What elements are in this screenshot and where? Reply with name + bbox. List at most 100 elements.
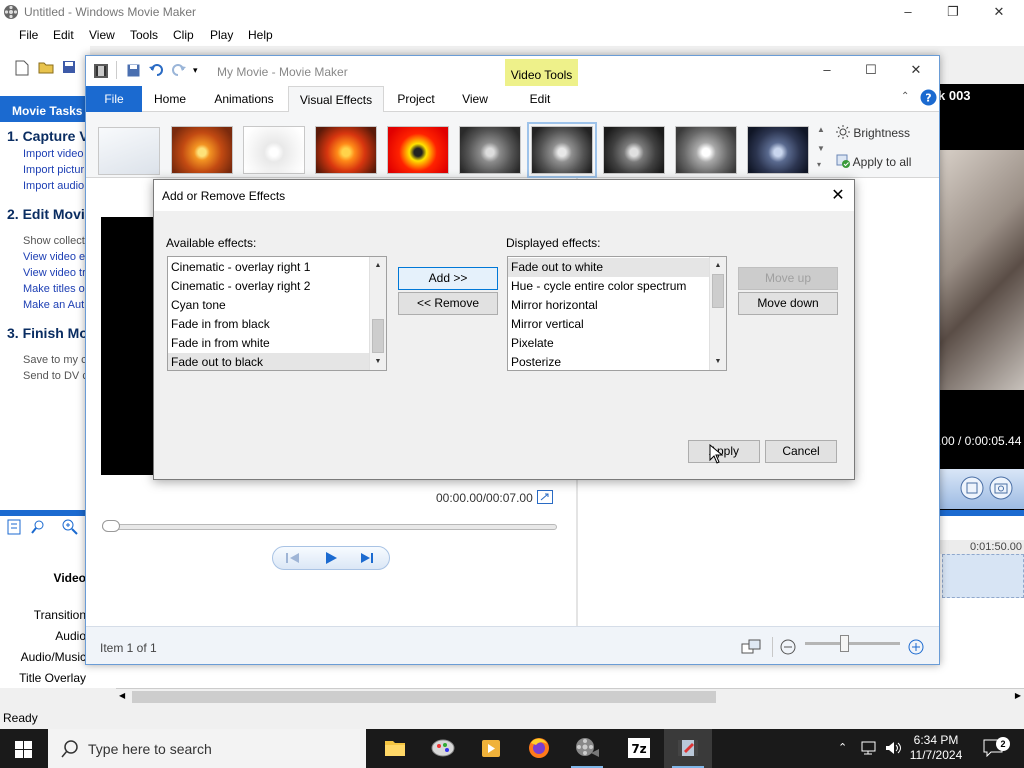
undo-icon[interactable] xyxy=(149,63,164,77)
link-import-video[interactable]: Import video xyxy=(23,148,84,160)
brightness-button[interactable]: Brightness xyxy=(836,125,910,140)
seek-knob[interactable] xyxy=(102,520,120,532)
section-capture[interactable]: 1. Capture V xyxy=(7,128,87,144)
section-edit[interactable]: 2. Edit Movi xyxy=(7,206,85,222)
timeline-hscroll[interactable]: ◀ ▶ xyxy=(116,688,1024,705)
fullscreen-preview-icon[interactable] xyxy=(537,490,553,504)
scroll-down-icon[interactable]: ▼ xyxy=(710,353,726,370)
menu-clip[interactable]: Clip xyxy=(173,28,194,42)
section-finish[interactable]: 3. Finish Mo xyxy=(7,325,87,341)
list-item[interactable]: Fade in from white xyxy=(168,334,386,353)
taskbar-search-box[interactable]: Type here to search xyxy=(48,729,366,768)
tab-edit[interactable]: Edit xyxy=(510,86,570,112)
available-effects-list[interactable]: Cinematic - overlay right 1 Cinematic - … xyxy=(167,256,387,371)
storyboard-icon[interactable] xyxy=(7,519,21,535)
new-file-icon[interactable] xyxy=(15,60,29,76)
zoom-in-icon[interactable] xyxy=(62,519,78,535)
zoom-out-icon[interactable] xyxy=(780,639,796,655)
cancel-button[interactable]: Cancel xyxy=(765,440,837,463)
snapshot-icon[interactable] xyxy=(989,476,1013,500)
list-item[interactable]: Hue - cycle entire color spectrum xyxy=(508,277,726,296)
list-item-selected[interactable]: Fade out to black xyxy=(168,353,371,370)
mm-maximize-icon[interactable]: ☐ xyxy=(856,60,886,80)
tab-project[interactable]: Project xyxy=(388,86,444,112)
list-item[interactable]: Fade in from black xyxy=(168,315,386,334)
menu-tools[interactable]: Tools xyxy=(130,28,158,42)
scroll-up-icon[interactable]: ▲ xyxy=(370,257,386,274)
network-icon[interactable] xyxy=(861,740,879,756)
effect-thumbnail-3[interactable] xyxy=(315,126,377,174)
menu-play[interactable]: Play xyxy=(210,28,233,42)
previous-frame-icon[interactable] xyxy=(285,551,301,565)
list-item[interactable]: Cyan tone xyxy=(168,296,386,315)
list-item[interactable]: Posterize xyxy=(508,353,726,370)
gallery-up-icon[interactable]: ▲ xyxy=(817,125,825,134)
scroll-down-icon[interactable]: ▼ xyxy=(370,353,386,370)
zoom-in-icon[interactable] xyxy=(908,639,924,655)
hscroll-thumb[interactable] xyxy=(132,691,716,703)
save-icon[interactable] xyxy=(62,60,76,74)
qat-save-icon[interactable] xyxy=(127,64,140,77)
timeline-clip[interactable] xyxy=(942,554,1024,598)
taskbar-media-icon[interactable] xyxy=(467,729,515,768)
list-item[interactable]: Mirror vertical xyxy=(508,315,726,334)
minimize-icon[interactable]: – xyxy=(893,2,923,22)
link-save-to-computer[interactable]: Save to my c xyxy=(23,354,87,366)
apply-button[interactable]: Apply xyxy=(688,440,760,463)
link-import-pictures[interactable]: Import pictur xyxy=(23,164,84,176)
link-make-automovie[interactable]: Make an Aut xyxy=(23,299,84,311)
scroll-right-icon[interactable]: ▶ xyxy=(1015,691,1021,700)
dialog-close-icon[interactable]: ✕ xyxy=(822,180,854,211)
move-up-button[interactable]: Move up xyxy=(738,267,838,290)
effect-thumbnail-9[interactable] xyxy=(747,126,809,174)
list-item[interactable]: Pixelate xyxy=(508,334,726,353)
redo-icon[interactable] xyxy=(171,63,186,77)
narrate-icon[interactable] xyxy=(30,519,46,535)
list-item[interactable]: Mirror horizontal xyxy=(508,296,726,315)
show-hidden-icons-icon[interactable]: ⌃ xyxy=(838,741,847,754)
list-item[interactable]: Cinematic - overlay right 2 xyxy=(168,277,386,296)
displayed-effects-scrollbar[interactable]: ▲ ▼ xyxy=(709,257,726,370)
mm-close-icon[interactable]: ✕ xyxy=(901,60,931,80)
help-icon[interactable]: ? xyxy=(920,89,937,106)
menu-help[interactable]: Help xyxy=(248,28,273,42)
tab-view[interactable]: View xyxy=(450,86,500,112)
effect-thumbnail-8[interactable] xyxy=(675,126,737,174)
split-clip-icon[interactable] xyxy=(960,476,984,500)
thumbnail-size-icon[interactable] xyxy=(741,639,761,655)
displayed-effects-list[interactable]: Fade out to white Hue - cycle entire col… xyxy=(507,256,727,371)
link-send-to-dv[interactable]: Send to DV c xyxy=(23,370,87,382)
link-view-video-effects[interactable]: View video e xyxy=(23,251,85,263)
menu-view[interactable]: View xyxy=(89,28,115,42)
restore-icon[interactable]: ❐ xyxy=(938,2,968,22)
mm-minimize-icon[interactable]: – xyxy=(812,60,842,80)
effect-thumbnail-7[interactable] xyxy=(603,126,665,174)
scroll-thumb[interactable] xyxy=(712,274,724,308)
taskbar-7zip-icon[interactable]: 7z xyxy=(615,729,663,768)
taskbar-paint-icon[interactable] xyxy=(419,729,467,768)
effect-none-thumbnail[interactable] xyxy=(98,127,160,175)
tab-file[interactable]: File xyxy=(86,86,142,112)
windows-start-icon[interactable] xyxy=(15,741,32,758)
taskbar-movie-maker-icon[interactable] xyxy=(664,729,712,768)
menu-edit[interactable]: Edit xyxy=(53,28,74,42)
tab-visual-effects[interactable]: Visual Effects xyxy=(288,86,384,113)
add-button[interactable]: Add >> xyxy=(398,267,498,290)
effect-thumbnail-6-selected[interactable] xyxy=(527,122,597,178)
effect-thumbnail-1[interactable] xyxy=(171,126,233,174)
scroll-up-icon[interactable]: ▲ xyxy=(710,257,726,274)
scroll-left-icon[interactable]: ◀ xyxy=(119,691,125,700)
close-icon[interactable]: ✕ xyxy=(984,2,1014,22)
zoom-slider-track[interactable] xyxy=(805,642,900,645)
move-down-button[interactable]: Move down xyxy=(738,292,838,315)
gallery-more-icon[interactable]: ▾ xyxy=(817,160,821,169)
available-effects-scrollbar[interactable]: ▲ ▼ xyxy=(369,257,386,370)
effect-thumbnail-4[interactable] xyxy=(387,126,449,174)
list-item-selected[interactable]: Fade out to white xyxy=(508,258,711,277)
zoom-slider-knob[interactable] xyxy=(840,635,849,652)
taskbar-clock[interactable]: 6:34 PM 11/7/2024 xyxy=(905,733,967,763)
scroll-thumb[interactable] xyxy=(372,319,384,353)
effect-thumbnail-5[interactable] xyxy=(459,126,521,174)
remove-button[interactable]: << Remove xyxy=(398,292,498,315)
apply-to-all-button[interactable]: Apply to all xyxy=(836,154,911,169)
